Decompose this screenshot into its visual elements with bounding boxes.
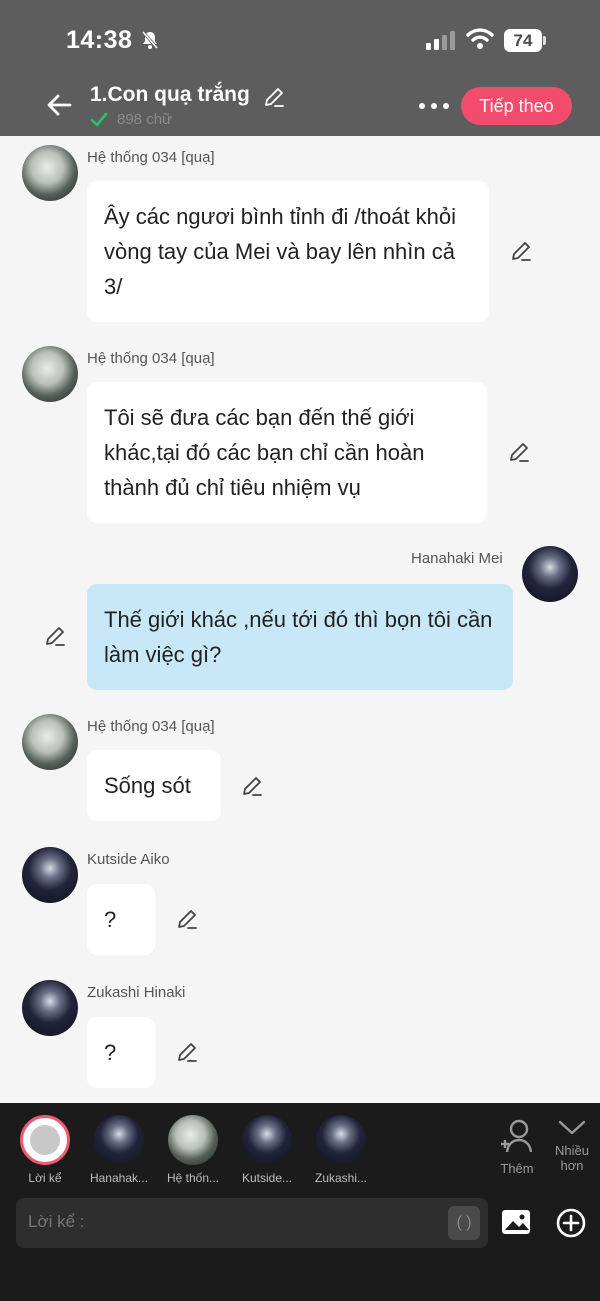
more-options-icon[interactable]: [418, 96, 450, 116]
avatar-system-raven[interactable]: [22, 145, 78, 201]
edit-message-icon[interactable]: [175, 1040, 199, 1064]
message-sender: Hệ thống 034 [quạ]: [87, 350, 215, 367]
message-bubble[interactable]: ?: [87, 884, 155, 955]
status-time: 14:38: [66, 26, 133, 54]
avatar: [316, 1115, 366, 1165]
character-system[interactable]: Hệ thốn...: [159, 1115, 227, 1185]
bell-off-icon: [141, 31, 159, 49]
message-sender: Hệ thống 034 [quạ]: [87, 718, 215, 735]
add-circle-icon[interactable]: [555, 1207, 587, 1239]
character-zukashi[interactable]: Zukashi...: [307, 1115, 375, 1185]
input-placeholder: Lời kể :: [28, 1212, 85, 1231]
message-sender: Hệ thống 034 [quạ]: [87, 149, 215, 166]
battery-level: 74: [504, 29, 542, 52]
message-bubble[interactable]: Sống sót: [87, 750, 221, 821]
app-header: 14:38 74 1.Con quạ trắng 898 chữ Tiếp th…: [0, 0, 600, 136]
avatar-zukashi-hinaki[interactable]: [22, 980, 78, 1036]
character-label: Kutside...: [241, 1171, 293, 1185]
character-label: Zukashi...: [314, 1171, 368, 1185]
message-bubble[interactable]: Tôi sẽ đưa các bạn đến thế giới khác,tại…: [87, 382, 487, 523]
character-hanahaki[interactable]: Hanahak...: [85, 1115, 153, 1185]
chevron-down-icon: [558, 1120, 586, 1135]
message-input[interactable]: Lời kể : ( ): [16, 1198, 488, 1248]
character-kutside[interactable]: Kutside...: [233, 1115, 301, 1185]
word-count: 898 chữ: [117, 111, 173, 128]
character-label: Lời kể: [28, 1171, 62, 1185]
narration-icon: [20, 1115, 70, 1165]
next-button[interactable]: Tiếp theo: [461, 87, 572, 125]
edit-message-icon[interactable]: [175, 907, 199, 931]
avatar-system-raven[interactable]: [22, 346, 78, 402]
character-label: Hệ thốn...: [166, 1171, 220, 1185]
add-person-icon: [501, 1119, 533, 1153]
character-label: Hanahak...: [89, 1171, 149, 1185]
edit-message-icon[interactable]: [509, 239, 533, 263]
character-narration[interactable]: Lời kể: [11, 1115, 79, 1185]
avatar-system-raven[interactable]: [22, 714, 78, 770]
avatar: [94, 1115, 144, 1165]
image-icon[interactable]: [500, 1208, 532, 1236]
edit-title-icon[interactable]: [262, 85, 286, 109]
avatar: [168, 1115, 218, 1165]
back-arrow-icon[interactable]: [44, 90, 74, 120]
check-icon: [90, 112, 108, 127]
parenthesis-button[interactable]: ( ): [448, 1206, 480, 1240]
more-characters-button[interactable]: Nhiều hơn: [550, 1116, 594, 1180]
add-character-button[interactable]: Thêm: [494, 1118, 540, 1176]
chat-title: 1.Con quạ trắng: [90, 83, 250, 106]
edit-message-icon[interactable]: [240, 774, 264, 798]
edit-message-icon[interactable]: [43, 624, 67, 648]
signal-icon: [426, 31, 455, 50]
message-sender: Hanahaki Mei: [411, 550, 503, 567]
message-bubble[interactable]: ?: [87, 1017, 155, 1088]
more-label-line1: Nhiều: [555, 1143, 589, 1158]
avatar-hanahaki-mei[interactable]: [522, 546, 578, 602]
message-bubble-mine[interactable]: Thế giới khác ,nếu tới đó thì bọn tôi cầ…: [87, 584, 513, 690]
battery-icon: 74: [504, 29, 546, 52]
add-label: Thêm: [500, 1161, 534, 1176]
avatar-kutside-aiko[interactable]: [22, 847, 78, 903]
message-bubble[interactable]: Ây các ngươi bình tỉnh đi /thoát khỏi vò…: [87, 181, 489, 322]
edit-message-icon[interactable]: [507, 440, 531, 464]
avatar: [242, 1115, 292, 1165]
message-sender: Kutside Aiko: [87, 851, 170, 868]
message-sender: Zukashi Hinaki: [87, 984, 186, 1001]
wifi-icon: [466, 28, 494, 49]
more-label-line2: hơn: [560, 1158, 584, 1173]
